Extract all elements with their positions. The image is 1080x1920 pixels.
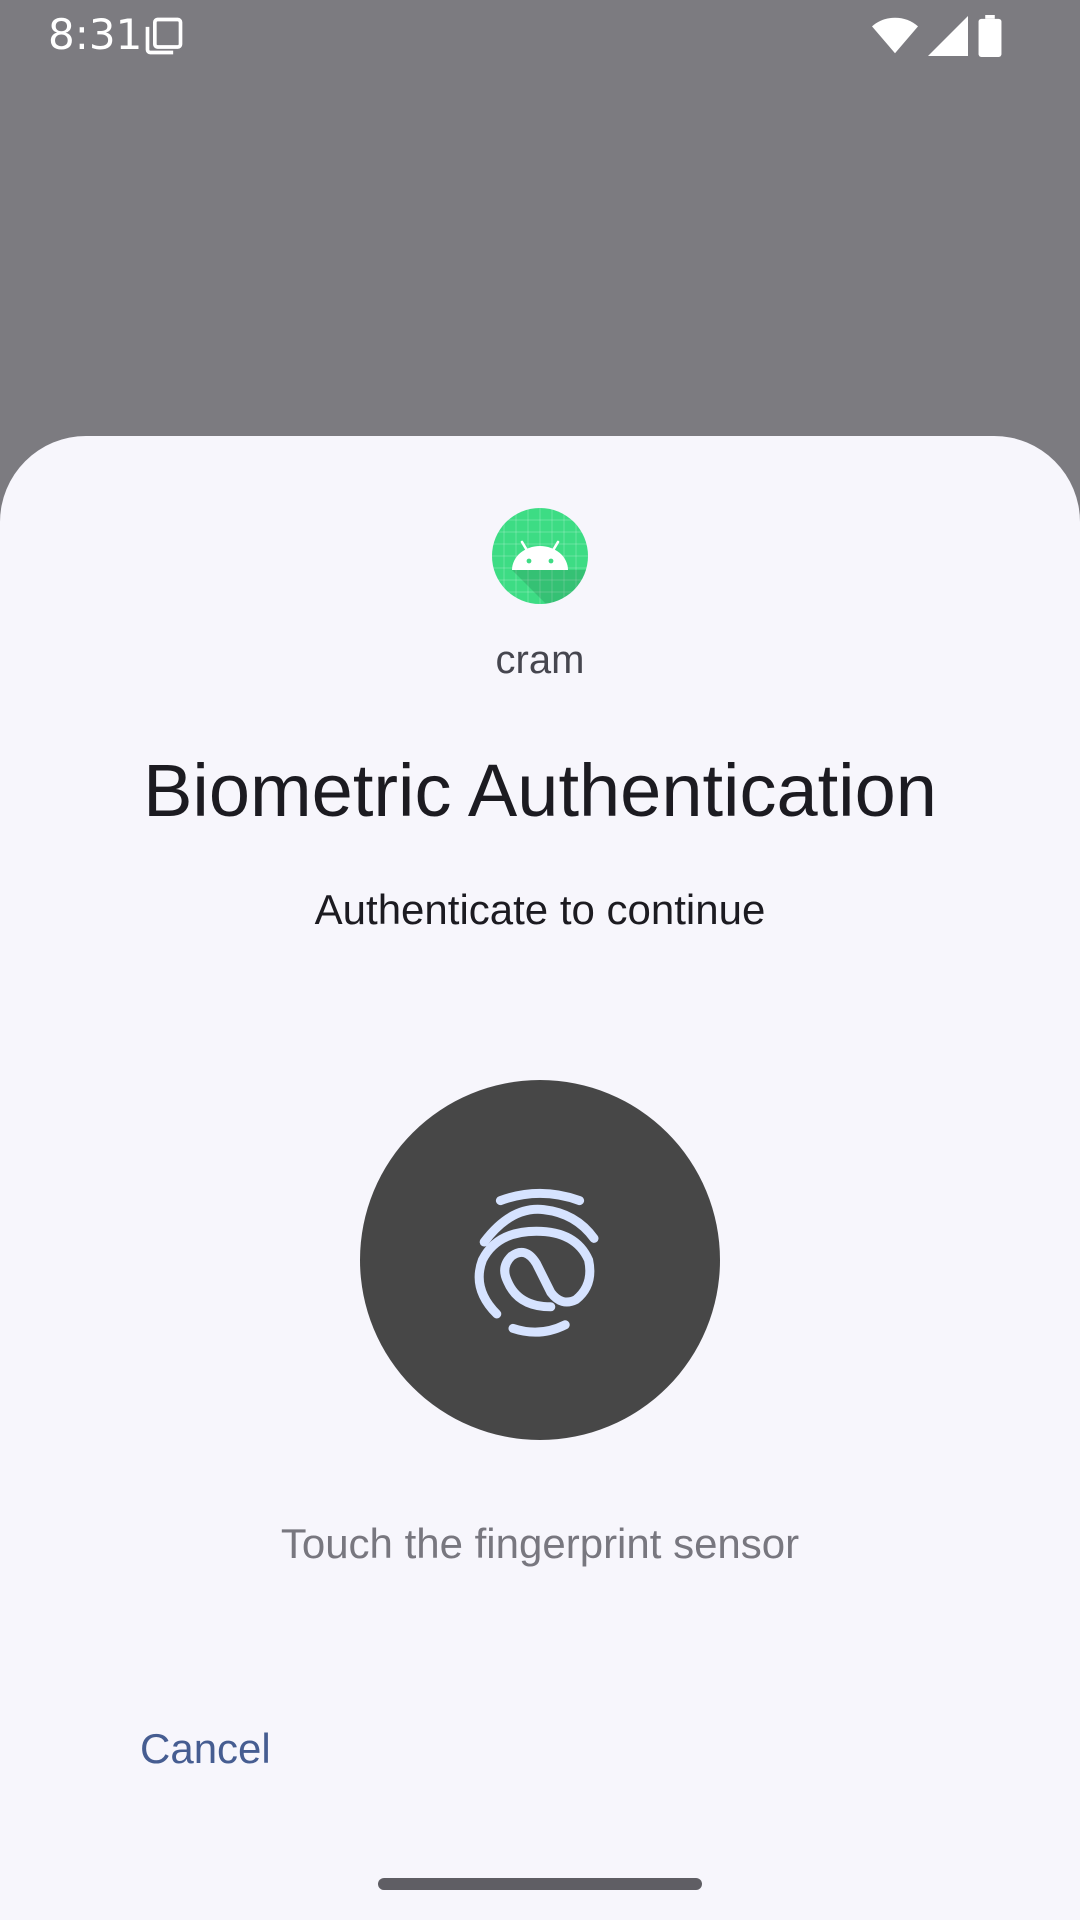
fingerprint-sensor-area[interactable] [360, 1080, 720, 1440]
status-icons [872, 14, 1002, 58]
wifi-icon [872, 17, 918, 54]
navigation-handle[interactable] [378, 1878, 702, 1890]
battery-icon [978, 15, 1002, 57]
biometric-prompt-sheet: cram Biometric Authentication Authentica… [0, 436, 1080, 1920]
android-icon [492, 508, 588, 604]
fingerprint-hint: Touch the fingerprint sensor [280, 1520, 800, 1567]
fingerprint-icon [474, 1188, 599, 1337]
app-name: cram [495, 638, 585, 682]
dialog-subtitle: Authenticate to continue [314, 886, 766, 933]
dialog-title: Biometric Authentication [143, 749, 937, 832]
copy-icon [145, 17, 183, 55]
cell-signal-icon [928, 16, 968, 56]
status-bar: 8:31 [0, 0, 1080, 72]
cancel-button[interactable]: Cancel [118, 1714, 293, 1784]
status-time: 8:31 [48, 10, 143, 59]
